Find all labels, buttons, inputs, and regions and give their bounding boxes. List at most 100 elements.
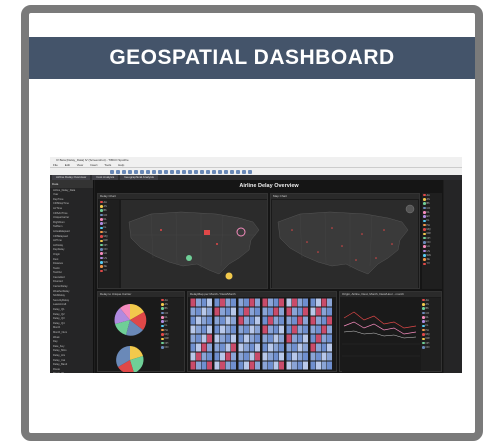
- legend-item[interactable]: YV: [99, 269, 119, 273]
- toolbar-icon[interactable]: [158, 169, 162, 174]
- heatmap-cell[interactable]: [225, 316, 231, 325]
- heatmap-cell[interactable]: [220, 316, 225, 325]
- heatmap-cell[interactable]: [303, 325, 308, 334]
- us-map-delay[interactable]: [121, 200, 267, 288]
- toolbar-icon[interactable]: [134, 169, 138, 174]
- heatmap-cell[interactable]: [292, 316, 297, 325]
- heatmap-cell[interactable]: [327, 352, 332, 361]
- heatmap-cell[interactable]: [207, 352, 212, 361]
- heatmap-cell[interactable]: [268, 334, 273, 343]
- heatmap-cell[interactable]: [268, 298, 273, 307]
- menu-tools[interactable]: Tools: [104, 163, 111, 167]
- heatmap-cell[interactable]: [297, 325, 303, 334]
- heatmap-cell[interactable]: [273, 334, 279, 343]
- heatmap-cell[interactable]: [262, 352, 268, 361]
- heatmap-cell[interactable]: [292, 334, 297, 343]
- heatmap-cell[interactable]: [255, 343, 260, 352]
- heatmap-cell[interactable]: [286, 334, 292, 343]
- heatmap-cell[interactable]: [207, 307, 212, 316]
- toolbar-icon[interactable]: [110, 169, 114, 174]
- heatmap-cell[interactable]: [310, 352, 316, 361]
- heatmap-cell[interactable]: [207, 343, 212, 352]
- heatmap-cell[interactable]: [327, 334, 332, 343]
- toolbar-icon[interactable]: [194, 169, 198, 174]
- heatmap-cell[interactable]: [321, 307, 327, 316]
- heatmap-cell[interactable]: [316, 325, 321, 334]
- toolbar-icon[interactable]: [170, 169, 174, 174]
- heatmap-cell[interactable]: [321, 352, 327, 361]
- heatmap-cell[interactable]: [321, 316, 327, 325]
- heatmap-cell[interactable]: [220, 361, 225, 370]
- heatmap-cell[interactable]: [321, 298, 327, 307]
- heatmap-cell[interactable]: [292, 298, 297, 307]
- heatmap-cell[interactable]: [255, 316, 260, 325]
- menu-help[interactable]: Help: [118, 163, 124, 167]
- legend-item[interactable]: OO: [160, 345, 184, 349]
- heatmap-cell[interactable]: [249, 298, 255, 307]
- heatmap-cell[interactable]: [214, 325, 220, 334]
- heatmap-grid[interactable]: [190, 298, 336, 372]
- heatmap-cell[interactable]: [201, 325, 207, 334]
- heatmap-cell[interactable]: [327, 343, 332, 352]
- heatmap-cell[interactable]: [207, 361, 212, 370]
- heatmap-cell[interactable]: [273, 361, 279, 370]
- heatmap-cell[interactable]: [268, 325, 273, 334]
- heatmap-cell[interactable]: [190, 316, 196, 325]
- heatmap-cell[interactable]: [310, 298, 316, 307]
- heatmap-cell[interactable]: [196, 361, 201, 370]
- heatmap-cell[interactable]: [214, 361, 220, 370]
- heatmap-cell[interactable]: [201, 307, 207, 316]
- heatmap-cell[interactable]: [225, 352, 231, 361]
- heatmap-cell[interactable]: [201, 352, 207, 361]
- toolbar-icon[interactable]: [164, 169, 168, 174]
- heatmap-cell[interactable]: [190, 343, 196, 352]
- toolbar-icon[interactable]: [116, 169, 120, 174]
- heatmap-cell[interactable]: [321, 361, 327, 370]
- toolbar-icon[interactable]: [206, 169, 210, 174]
- toolbar-icon[interactable]: [224, 169, 228, 174]
- heatmap-cell[interactable]: [297, 361, 303, 370]
- heatmap-cell[interactable]: [196, 316, 201, 325]
- heatmap-cell[interactable]: [249, 334, 255, 343]
- heatmap-cell[interactable]: [190, 325, 196, 334]
- heatmap-cell[interactable]: [244, 307, 249, 316]
- heatmap-cell[interactable]: [207, 298, 212, 307]
- heatmap-cell[interactable]: [262, 298, 268, 307]
- heatmap-cell[interactable]: [196, 298, 201, 307]
- heatmap-cell[interactable]: [255, 352, 260, 361]
- heatmap-cell[interactable]: [214, 316, 220, 325]
- heatmap-cell[interactable]: [225, 334, 231, 343]
- heatmap-cell[interactable]: [279, 343, 284, 352]
- legend-item[interactable]: YV: [422, 262, 442, 266]
- heatmap-cell[interactable]: [310, 361, 316, 370]
- menu-view[interactable]: View: [77, 163, 83, 167]
- toolbar-icon[interactable]: [212, 169, 216, 174]
- toolbar-icon[interactable]: [152, 169, 156, 174]
- heatmap-cell[interactable]: [214, 307, 220, 316]
- heatmap-cell[interactable]: [268, 343, 273, 352]
- heatmap-cell[interactable]: [225, 298, 231, 307]
- heatmap-cell[interactable]: [238, 307, 244, 316]
- heatmap-cell[interactable]: [286, 361, 292, 370]
- us-map-routes[interactable]: [272, 200, 418, 288]
- heatmap-cell[interactable]: [249, 325, 255, 334]
- heatmap-cell[interactable]: [273, 343, 279, 352]
- heatmap-cell[interactable]: [297, 352, 303, 361]
- heatmap-cell[interactable]: [262, 316, 268, 325]
- heatmap-cell[interactable]: [286, 307, 292, 316]
- heatmap-cell[interactable]: [244, 334, 249, 343]
- heatmap-cell[interactable]: [316, 307, 321, 316]
- heatmap-cell[interactable]: [255, 307, 260, 316]
- heatmap-cell[interactable]: [231, 298, 236, 307]
- heatmap-cell[interactable]: [268, 361, 273, 370]
- heatmap-cell[interactable]: [249, 316, 255, 325]
- heatmap-cell[interactable]: [190, 334, 196, 343]
- heatmap-cell[interactable]: [292, 325, 297, 334]
- toolbar-icon[interactable]: [128, 169, 132, 174]
- heatmap-cell[interactable]: [292, 361, 297, 370]
- heatmap-cell[interactable]: [292, 307, 297, 316]
- heatmap-cell[interactable]: [316, 352, 321, 361]
- heatmap-cell[interactable]: [255, 325, 260, 334]
- heatmap-cell[interactable]: [297, 343, 303, 352]
- heatmap-cell[interactable]: [286, 325, 292, 334]
